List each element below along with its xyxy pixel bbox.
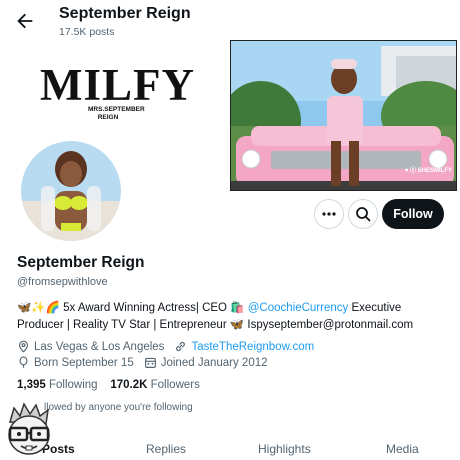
tab-highlights[interactable]: Highlights <box>258 442 311 456</box>
joined-text: Joined January 2012 <box>160 356 268 369</box>
avatar[interactable] <box>18 138 124 244</box>
link-icon <box>176 341 186 352</box>
follow-stats: 1,395 Following 170.2K Followers <box>17 379 200 391</box>
followers-count: 170.2K <box>110 379 148 391</box>
banner-watermark: ♥ ⓒ SHESMILFY <box>404 168 452 174</box>
profile-meta-row-2: Born September 15 Joined January 2012 <box>17 356 278 369</box>
post-count: 17.5K posts <box>59 26 115 38</box>
website-link[interactable]: TasteTheReignbow.com <box>191 341 314 353</box>
tab-replies[interactable]: Replies <box>146 442 186 456</box>
birthday-text: Born September 15 <box>34 356 134 369</box>
location-item: Las Vegas & Los Angeles <box>17 340 164 353</box>
tab-media[interactable]: Media <box>386 442 419 456</box>
calendar-icon <box>144 357 156 368</box>
following-link[interactable]: 1,395 Following <box>17 379 98 391</box>
location-text: Las Vegas & Los Angeles <box>34 340 165 353</box>
profile-handle: @fromsepwithlove <box>17 276 108 288</box>
more-button[interactable] <box>314 199 344 229</box>
profile-meta-row-1: Las Vegas & Los Angeles TasteTheReignbow… <box>17 340 324 353</box>
more-dots-icon <box>322 212 336 216</box>
banner-photo: ♥ ⓒ SHESMILFY <box>230 40 457 191</box>
following-label: Following <box>48 379 98 391</box>
avatar-image <box>21 141 121 241</box>
followed-by-text: llowed by anyone you're following <box>44 402 193 413</box>
followers-link[interactable]: 170.2K Followers <box>110 379 200 391</box>
website-item[interactable]: TasteTheReignbow.com <box>174 340 314 353</box>
search-button[interactable] <box>348 199 378 229</box>
top-bar: September Reign 17.5K posts <box>0 0 460 40</box>
banner-logo-subtext-line1: MRS.SEPTEMBER <box>88 106 145 113</box>
search-icon <box>356 207 371 222</box>
profile-bio: 🦋✨🌈 5x Award Winning Actress| CEO 🛍️ @Co… <box>17 300 447 334</box>
follow-button[interactable]: Follow <box>382 199 444 229</box>
bio-mention-link[interactable]: @CoochieCurrency <box>248 302 349 314</box>
profile-tabs: Posts Replies Highlights Media <box>0 434 460 460</box>
location-pin-icon <box>19 340 28 353</box>
bio-text-part1: 🦋✨🌈 5x Award Winning Actress| CEO 🛍️ <box>17 302 245 314</box>
banner-logo-subtext: MRS.SEPTEMBER REIGN <box>88 106 145 122</box>
birthday-item: Born September 15 <box>17 356 134 369</box>
page-title: September Reign <box>59 5 191 22</box>
back-arrow-icon[interactable] <box>14 10 36 32</box>
following-count: 1,395 <box>17 379 46 391</box>
followers-label: Followers <box>150 379 200 391</box>
profile-name: September Reign <box>17 254 145 271</box>
nerd-face-sticker-icon <box>0 400 58 458</box>
joined-item: Joined January 2012 <box>144 356 268 369</box>
banner-logo-subtext-line2: REIGN <box>97 114 119 121</box>
balloon-icon <box>19 356 28 368</box>
banner-logo-text: MILFY <box>40 60 195 110</box>
